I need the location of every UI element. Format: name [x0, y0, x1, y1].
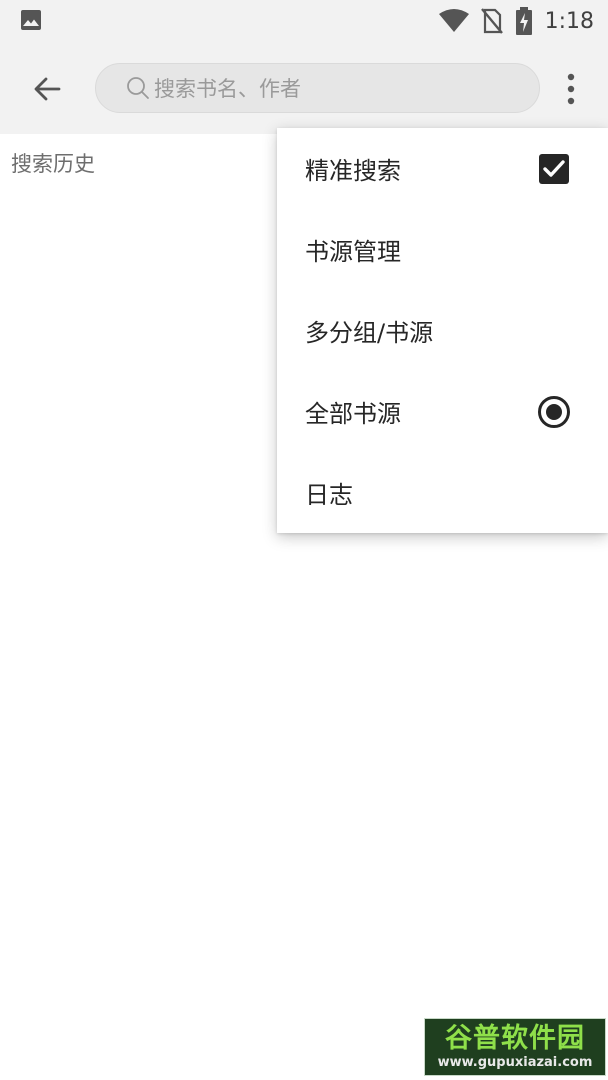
checkbox-checked-icon[interactable] [537, 152, 571, 186]
overflow-menu: 精准搜索 书源管理 多分组/书源 全部书源 日志 [277, 128, 608, 533]
search-placeholder: 搜索书名、作者 [154, 77, 301, 101]
back-button[interactable] [24, 66, 70, 112]
menu-item-multi-group-source[interactable]: 多分组/书源 [277, 290, 608, 371]
arrow-left-icon [34, 77, 61, 101]
menu-item-label: 全部书源 [305, 400, 401, 428]
status-bar: 1:18 [0, 0, 608, 42]
wifi-icon [438, 9, 469, 32]
radio-selected-icon[interactable] [537, 395, 571, 429]
menu-item-source-management[interactable]: 书源管理 [277, 209, 608, 290]
screen: 1:18 搜索书名、作者 搜索历史 精准搜索 书源管理 多分组/书源 全部书源 … [0, 0, 608, 1080]
search-icon [127, 77, 149, 99]
watermark-title: 谷普软件园 [445, 1023, 585, 1054]
menu-item-label: 日志 [305, 481, 353, 509]
menu-item-label: 书源管理 [305, 238, 401, 266]
status-icons: 1:18 [438, 0, 594, 42]
watermark-logo: 谷普软件园 www.gupuxiazai.com [424, 1018, 606, 1076]
battery-charging-icon [515, 7, 532, 35]
watermark-url: www.gupuxiazai.com [437, 1055, 593, 1070]
more-vert-icon [567, 73, 575, 105]
image-icon [21, 10, 41, 30]
toolbar: 搜索书名、作者 [0, 42, 608, 134]
menu-item-log[interactable]: 日志 [277, 452, 608, 533]
more-options-button[interactable] [554, 66, 588, 112]
menu-item-label: 多分组/书源 [305, 319, 434, 347]
clock: 1:18 [544, 8, 594, 34]
menu-item-precise-search[interactable]: 精准搜索 [277, 128, 608, 209]
menu-item-all-sources[interactable]: 全部书源 [277, 371, 608, 452]
search-input[interactable]: 搜索书名、作者 [95, 63, 540, 113]
no-sim-icon [480, 8, 503, 34]
menu-item-label: 精准搜索 [305, 157, 401, 185]
search-history-label: 搜索历史 [11, 152, 95, 176]
